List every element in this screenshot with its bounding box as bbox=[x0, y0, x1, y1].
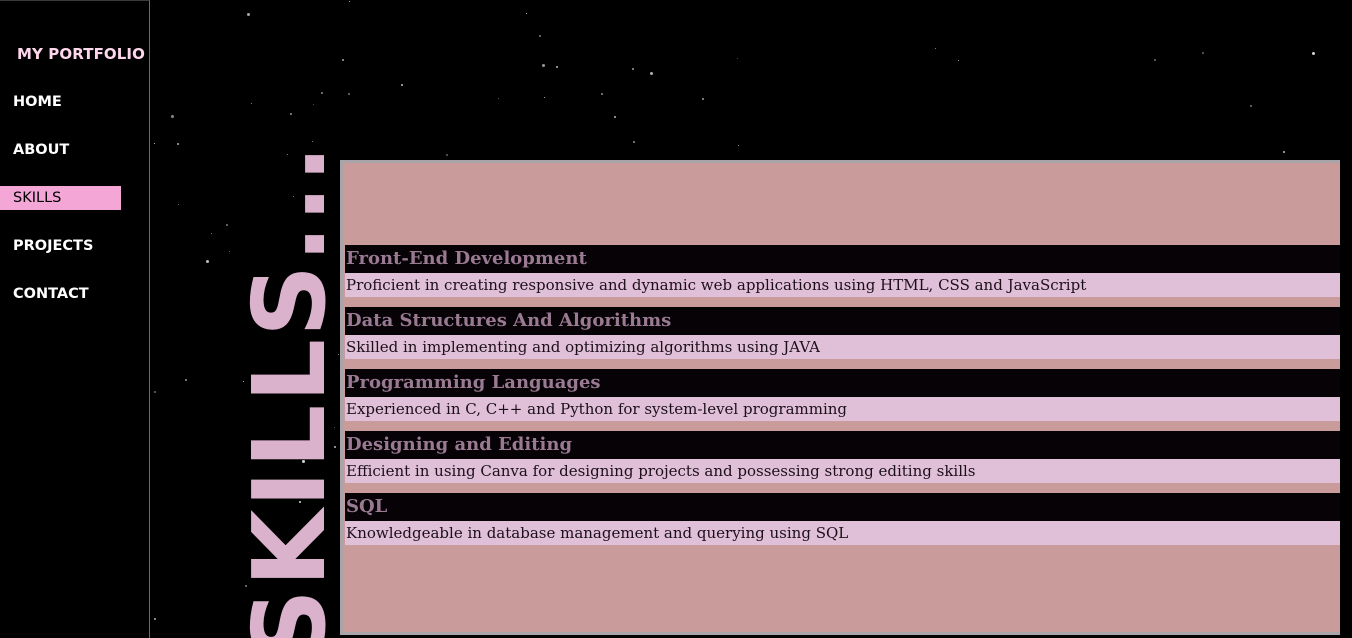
star-dot bbox=[154, 143, 155, 144]
star-dot bbox=[1312, 52, 1315, 55]
star-dot bbox=[185, 379, 187, 381]
star-dot bbox=[206, 260, 209, 263]
star-dot bbox=[737, 58, 738, 59]
skills-heading-wrap: SKILLS... bbox=[231, 143, 348, 638]
star-dot bbox=[211, 233, 212, 234]
star-dot bbox=[738, 145, 739, 146]
skill-description: Skilled in implementing and optimizing a… bbox=[345, 335, 1340, 359]
star-dot bbox=[556, 66, 558, 68]
skill-name: Data Structures And Algorithms bbox=[345, 307, 1340, 335]
star-dot bbox=[650, 72, 653, 75]
star-dot bbox=[401, 84, 403, 86]
star-dot bbox=[498, 98, 499, 99]
star-dot bbox=[1154, 59, 1156, 61]
star-dot bbox=[171, 115, 174, 118]
skill-name: Programming Languages bbox=[345, 369, 1340, 397]
nav-about[interactable]: ABOUT bbox=[0, 138, 121, 162]
skills-list: Front-End Development Proficient in crea… bbox=[345, 245, 1340, 555]
star-dot bbox=[1250, 105, 1252, 107]
brand-title: MY PORTFOLIO bbox=[17, 45, 145, 63]
star-dot bbox=[614, 116, 616, 118]
skill-name: Front-End Development bbox=[345, 245, 1340, 273]
skill-item: Data Structures And Algorithms Skilled i… bbox=[345, 307, 1340, 369]
star-dot bbox=[702, 98, 704, 100]
skill-item: Front-End Development Proficient in crea… bbox=[345, 245, 1340, 307]
star-dot bbox=[342, 59, 344, 61]
star-dot bbox=[633, 141, 635, 143]
star-dot bbox=[446, 154, 448, 156]
nav-contact[interactable]: CONTACT bbox=[0, 282, 121, 306]
star-dot bbox=[348, 93, 350, 95]
skill-item: Programming Languages Experienced in C, … bbox=[345, 369, 1340, 431]
star-dot bbox=[601, 93, 603, 95]
star-dot bbox=[321, 92, 323, 94]
star-dot bbox=[958, 60, 959, 61]
star-dot bbox=[1283, 151, 1285, 153]
star-dot bbox=[290, 113, 292, 115]
nav-home[interactable]: HOME bbox=[0, 90, 121, 114]
skill-description: Knowledgeable in database management and… bbox=[345, 521, 1340, 545]
star-dot bbox=[226, 224, 228, 226]
star-dot bbox=[349, 1, 350, 2]
sidebar: MY PORTFOLIO HOME ABOUT SKILLS PROJECTS … bbox=[0, 0, 150, 638]
skill-name: SQL bbox=[345, 493, 1340, 521]
star-dot bbox=[313, 104, 314, 105]
skills-panel: Front-End Development Proficient in crea… bbox=[340, 160, 1340, 635]
nav-skills[interactable]: SKILLS bbox=[0, 186, 121, 210]
page: MY PORTFOLIO HOME ABOUT SKILLS PROJECTS … bbox=[0, 0, 1352, 638]
skill-item: Designing and Editing Efficient in using… bbox=[345, 431, 1340, 493]
skill-description: Proficient in creating responsive and dy… bbox=[345, 273, 1340, 297]
star-dot bbox=[154, 618, 156, 620]
skill-description: Efficient in using Canva for designing p… bbox=[345, 459, 1340, 483]
star-dot bbox=[935, 48, 936, 49]
star-dot bbox=[544, 97, 545, 98]
star-dot bbox=[251, 103, 252, 104]
star-dot bbox=[526, 13, 527, 14]
star-dot bbox=[1202, 52, 1204, 54]
skills-heading: SKILLS... bbox=[231, 142, 348, 638]
star-dot bbox=[178, 204, 179, 205]
nav-projects[interactable]: PROJECTS bbox=[0, 234, 121, 258]
star-dot bbox=[177, 143, 179, 145]
star-dot bbox=[632, 68, 634, 70]
star-dot bbox=[312, 141, 313, 142]
star-dot bbox=[247, 13, 250, 16]
skill-name: Designing and Editing bbox=[345, 431, 1340, 459]
skill-description: Experienced in C, C++ and Python for sys… bbox=[345, 397, 1340, 421]
star-dot bbox=[539, 35, 541, 37]
star-dot bbox=[229, 251, 230, 252]
star-dot bbox=[542, 64, 545, 67]
skill-item: SQL Knowledgeable in database management… bbox=[345, 493, 1340, 555]
star-dot bbox=[154, 391, 156, 393]
